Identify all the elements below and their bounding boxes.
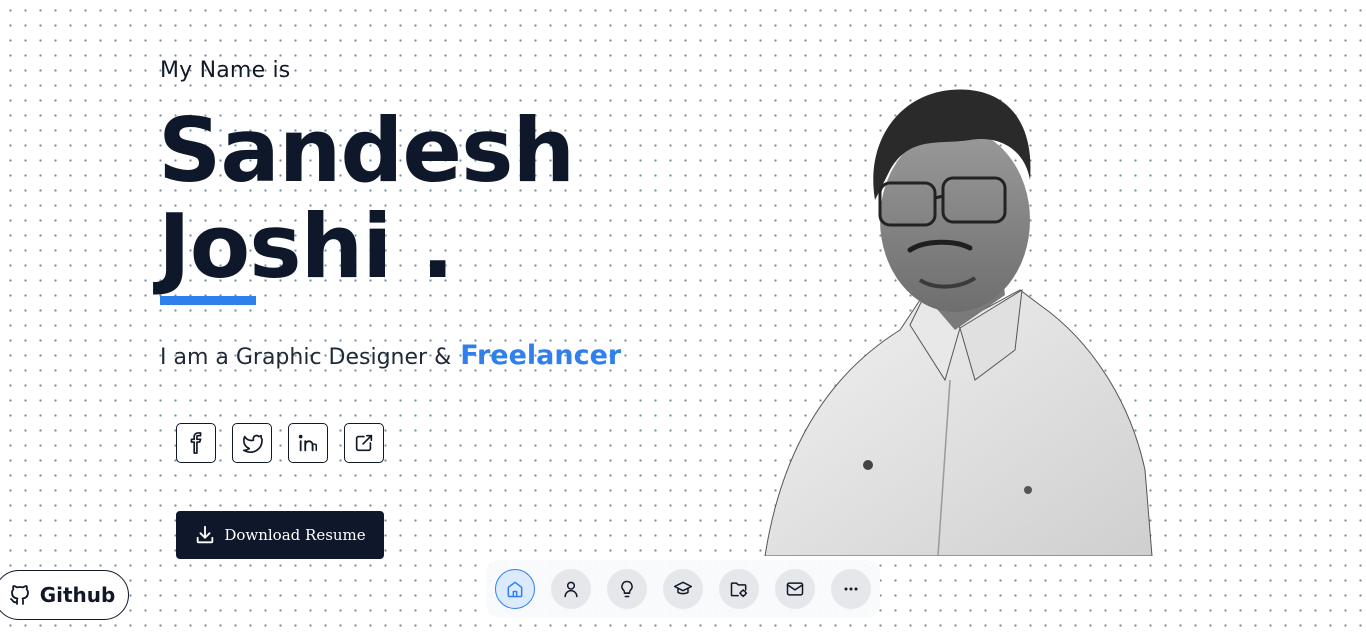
external-link-icon — [355, 434, 373, 452]
graduation-cap-icon — [673, 581, 693, 595]
tagline: I am a Graphic Designer & Freelancer — [160, 340, 621, 371]
hero-name: Sandesh Joshi . — [158, 99, 575, 298]
linkedin-link[interactable] — [288, 423, 328, 463]
download-resume-button[interactable]: Download Resume — [176, 511, 384, 559]
folder-icon — [730, 582, 748, 598]
dock-skills[interactable] — [607, 569, 647, 609]
first-name: Sandesh — [158, 99, 575, 202]
dock-more[interactable] — [831, 569, 871, 609]
profile-photo — [764, 89, 1153, 556]
github-icon — [9, 585, 29, 605]
dock-education[interactable] — [663, 569, 703, 609]
user-icon — [564, 581, 578, 598]
dock-home[interactable] — [495, 569, 535, 609]
tagline-prefix: I am a Graphic Designer & — [160, 345, 452, 370]
github-button[interactable]: Github — [0, 570, 129, 620]
facebook-icon — [190, 432, 202, 454]
more-icon — [844, 587, 858, 591]
download-icon — [197, 525, 214, 544]
mail-icon — [786, 582, 804, 596]
last-name: Joshi . — [158, 195, 454, 298]
twitter-icon — [242, 434, 263, 453]
download-resume-label: Download Resume — [224, 526, 366, 544]
home-icon — [507, 581, 523, 598]
lightbulb-icon — [621, 580, 633, 598]
dock-about[interactable] — [551, 569, 591, 609]
social-links — [176, 423, 384, 463]
dock-contact[interactable] — [775, 569, 815, 609]
facebook-link[interactable] — [176, 423, 216, 463]
linkedin-icon — [298, 434, 317, 452]
name-underline — [160, 296, 256, 305]
dock-projects[interactable] — [719, 569, 759, 609]
intro-text: My Name is — [160, 58, 291, 83]
tagline-accent: Freelancer — [460, 340, 622, 371]
bottom-dock-nav — [486, 560, 880, 618]
portfolio-link[interactable] — [344, 423, 384, 463]
twitter-link[interactable] — [232, 423, 272, 463]
github-label: Github — [39, 583, 116, 607]
